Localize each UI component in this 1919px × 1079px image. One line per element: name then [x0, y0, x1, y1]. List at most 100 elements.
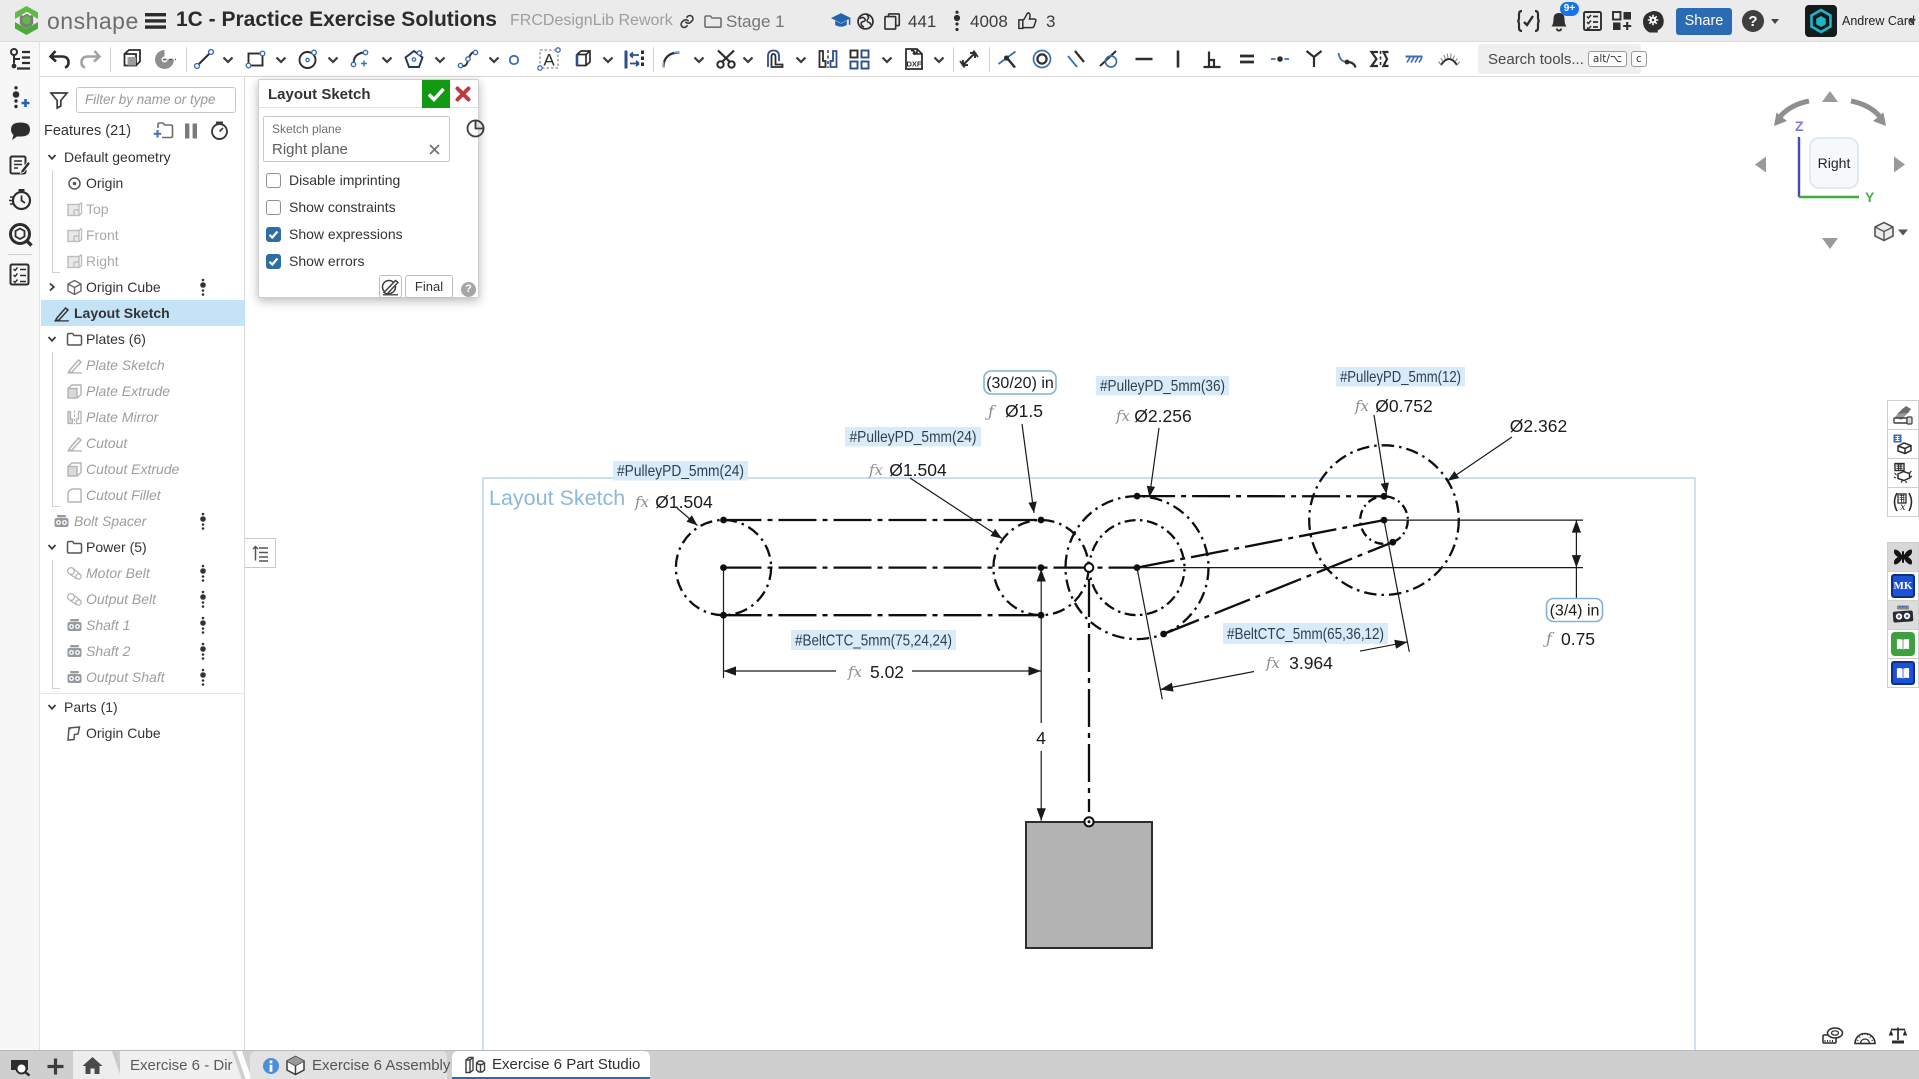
versions-icon[interactable]	[952, 10, 962, 32]
rectangle-tool-button[interactable]	[245, 48, 267, 70]
tree-item-shaft-2[interactable]: Shaft 2	[41, 638, 245, 664]
chevron-down-icon[interactable]	[47, 542, 57, 552]
rotate-right-arrow[interactable]	[1894, 157, 1905, 173]
polygon-tool-button[interactable]	[403, 48, 425, 70]
symmetric-constraint-button[interactable]	[1369, 48, 1391, 70]
app-robot-button[interactable]	[1887, 600, 1919, 630]
chevron-down-icon[interactable]	[47, 702, 57, 712]
comments-panel-icon[interactable]	[9, 121, 32, 141]
version-dots-icon[interactable]	[199, 590, 207, 608]
feature-list-toggle-icon[interactable]	[8, 47, 32, 71]
final-sketch-icon-button[interactable]	[379, 275, 402, 298]
use-project-tool-button[interactable]	[571, 48, 593, 70]
coincident-constraint-button[interactable]	[996, 48, 1018, 70]
tree-item-cutout-fillet[interactable]: Cutout Fillet	[41, 482, 245, 508]
protractor-icon[interactable]	[1853, 1027, 1877, 1045]
sketch-origin-point[interactable]	[1085, 563, 1094, 572]
share-button[interactable]: Share	[1676, 8, 1732, 35]
dialog-help-icon[interactable]: ?	[461, 282, 476, 297]
sketch-points[interactable]	[720, 493, 1396, 638]
spline-tool-caret[interactable]	[488, 56, 500, 64]
tree-item-cutout-extrude[interactable]: Cutout Extrude	[41, 456, 245, 482]
undo-button[interactable]	[49, 48, 71, 70]
main-menu-icon[interactable]	[145, 13, 166, 29]
help-caret-icon[interactable]	[1771, 19, 1779, 24]
workspace-name[interactable]: Stage 1	[726, 12, 785, 32]
chevron-right-icon[interactable]	[47, 282, 57, 292]
offset-tool-caret[interactable]	[795, 56, 807, 64]
arc-tool-button[interactable]	[350, 48, 372, 70]
partstudio-tab[interactable]: Exercise 6 Part Studio	[452, 1051, 650, 1079]
document-title[interactable]: 1C - Practice Exercise Solutions	[176, 8, 497, 32]
display-states-panel-button[interactable]	[1887, 458, 1919, 488]
new-tab-button[interactable]	[46, 1057, 65, 1076]
horizontal-constraint-button[interactable]	[1133, 48, 1155, 70]
measure-tool-button[interactable]	[958, 48, 980, 70]
filter-icon[interactable]	[50, 92, 68, 109]
fix-constraint-button[interactable]	[1403, 48, 1425, 70]
checkbox-icon[interactable]	[266, 200, 281, 215]
tree-item-cutout[interactable]: Cutout	[41, 430, 245, 456]
app-butterfly-button[interactable]	[1887, 542, 1919, 572]
suppress-rollback-icon[interactable]	[184, 123, 198, 139]
like-icon[interactable]	[1018, 12, 1037, 30]
paste-sketch-button[interactable]	[120, 48, 143, 71]
tree-item-plate-sketch[interactable]: Plate Sketch	[41, 352, 245, 378]
appearance-panel-button[interactable]	[1887, 400, 1919, 430]
polygon-tool-caret[interactable]	[434, 56, 446, 64]
version-dots-icon[interactable]	[199, 642, 207, 660]
part-origin-point[interactable]	[1084, 817, 1093, 826]
app-greenbook-button[interactable]	[1887, 629, 1919, 659]
rotate-cw-arrow[interactable]	[1851, 101, 1886, 126]
checkbox-show-constraints[interactable]: Show constraints	[266, 199, 466, 215]
preview-tabs-icon[interactable]	[10, 1059, 31, 1076]
assembly-tab[interactable]: Exercise 6 Assembly	[250, 1051, 447, 1079]
mass-scale-icon[interactable]	[1888, 1026, 1908, 1045]
line-tool-button[interactable]	[193, 48, 215, 70]
avatar[interactable]	[1805, 5, 1837, 37]
curvature-constraint-button[interactable]	[1336, 48, 1358, 70]
checkbox-show-expressions[interactable]: Show expressions	[266, 226, 466, 242]
rotate-ccw-arrow[interactable]	[1774, 101, 1809, 126]
line-tool-caret[interactable]	[222, 56, 234, 64]
collapse-panel-button[interactable]	[245, 538, 276, 568]
tape-measure-icon[interactable]	[1822, 1027, 1844, 1045]
revolve-tool-button[interactable]	[153, 48, 176, 71]
education-icon[interactable]	[831, 13, 851, 30]
concentric-constraint-button[interactable]	[1031, 48, 1053, 70]
view-options-caret[interactable]	[1898, 230, 1908, 236]
tree-item-output-belt[interactable]: Output Belt	[41, 586, 245, 612]
tree-item-top-plane[interactable]: Top	[41, 196, 245, 222]
tree-item-layout-sketch[interactable]: Layout Sketch	[41, 300, 245, 326]
circle-tool-caret[interactable]	[327, 56, 339, 64]
chevron-down-icon[interactable]	[47, 152, 57, 162]
spline-tool-button[interactable]	[457, 48, 479, 70]
checkbox-show-errors[interactable]: Show errors	[266, 253, 466, 269]
tree-item-plate-mirror[interactable]: Plate Mirror	[41, 404, 245, 430]
model-canvas[interactable]: Layout Sketch	[245, 77, 1919, 1050]
link-icon[interactable]	[679, 14, 695, 29]
tree-item-default-geometry[interactable]: Default geometry	[41, 144, 245, 170]
export-dxf-button[interactable]: DXF	[903, 47, 925, 71]
tree-item-right-plane[interactable]: Right	[41, 248, 245, 274]
text-tool-button[interactable]: A	[537, 47, 561, 71]
tree-item-front-plane[interactable]: Front	[41, 222, 245, 248]
dxf-caret[interactable]	[933, 56, 945, 64]
use-tool-caret[interactable]	[602, 56, 614, 64]
tree-item-plates-folder[interactable]: Plates (6)	[41, 326, 245, 352]
pulley-circles[interactable]	[676, 445, 1459, 639]
history-panel-icon[interactable]	[9, 188, 32, 211]
search-tools-box[interactable]: Search tools... alt/⌥ c	[1478, 44, 1641, 74]
variables-panel-button[interactable]: x	[1887, 487, 1919, 517]
clear-selection-icon[interactable]	[428, 143, 441, 156]
app-bluebook-button[interactable]	[1887, 658, 1919, 688]
tree-item-origin-cube[interactable]: Origin Cube	[41, 274, 245, 300]
copies-icon[interactable]	[884, 13, 902, 30]
mate-connector-icon[interactable]	[466, 119, 485, 138]
normal-constraint-button[interactable]	[1303, 48, 1325, 70]
checkbox-icon[interactable]	[266, 254, 281, 269]
view-options-cube-icon[interactable]	[1875, 223, 1893, 241]
onshape-logo-icon[interactable]	[14, 6, 39, 35]
view-cube-face[interactable]: Right	[1809, 137, 1859, 189]
dialog-header[interactable]: Layout Sketch	[259, 80, 478, 108]
